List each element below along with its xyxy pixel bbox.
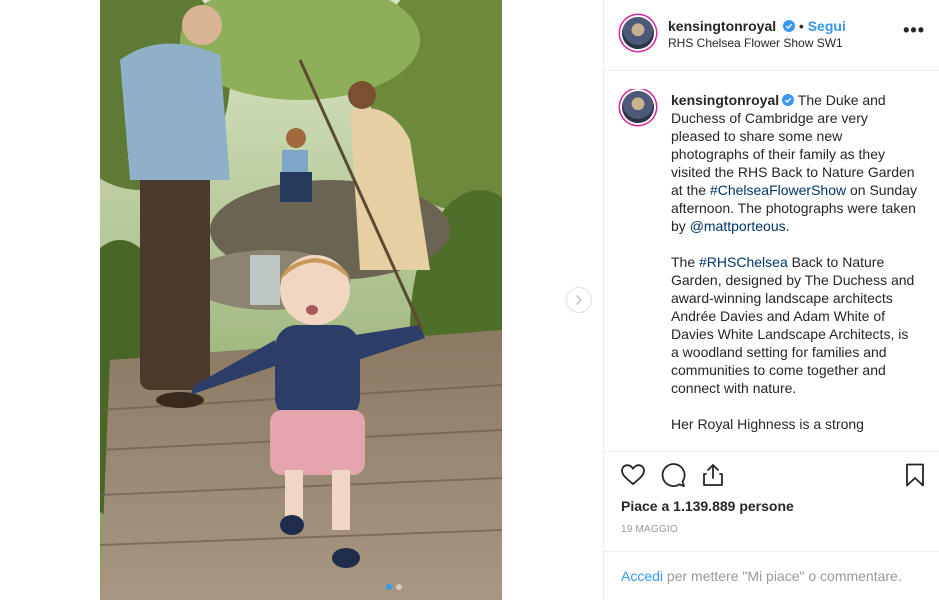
media-area xyxy=(0,0,603,600)
likes-count[interactable]: Piace a 1.139.889 persone xyxy=(621,498,794,514)
post-photo[interactable] xyxy=(100,0,502,600)
post-date[interactable]: 19 MAGGIO xyxy=(621,524,678,535)
action-bar: Piace a 1.139.889 persone 19 MAGGIO xyxy=(604,451,939,552)
username-link[interactable]: kensingtonroyal xyxy=(668,18,776,34)
separator: • xyxy=(798,18,804,34)
caption-paragraph-1: kensingtonroyal The Duke and Duchess of … xyxy=(671,91,919,235)
carousel-dot xyxy=(396,584,402,590)
login-link[interactable]: Accedi xyxy=(621,568,663,584)
caption-clip-edge xyxy=(604,442,939,450)
caption-paragraph-3: Her Royal Highness is a strong xyxy=(671,415,919,433)
comment-icon[interactable] xyxy=(660,462,686,488)
location-link[interactable]: RHS Chelsea Flower Show SW1 xyxy=(668,36,843,50)
carousel-indicator xyxy=(386,584,402,590)
login-prompt: Accedi per mettere "Mi piace" o commenta… xyxy=(604,551,939,600)
caption-text-part: The xyxy=(671,254,700,270)
verified-icon xyxy=(783,20,796,32)
mention-link[interactable]: @mattporteous xyxy=(690,218,786,234)
carousel-dot xyxy=(386,584,392,590)
caption-area[interactable]: kensingtonroyal The Duke and Duchess of … xyxy=(604,89,939,450)
chevron-right-icon xyxy=(576,295,583,305)
photo-illustration xyxy=(100,0,502,600)
caption-username[interactable]: kensingtonroyal xyxy=(671,92,779,108)
user-line: kensingtonroyal • Segui xyxy=(668,18,846,35)
heart-icon[interactable] xyxy=(620,462,646,488)
avatar[interactable] xyxy=(622,17,654,49)
more-options-button[interactable]: ••• xyxy=(903,20,925,41)
share-icon[interactable] xyxy=(700,462,726,488)
login-prompt-text: per mettere "Mi piace" o commentare. xyxy=(663,568,902,584)
more-icon: ••• xyxy=(903,20,925,40)
bookmark-icon[interactable] xyxy=(902,462,928,488)
next-photo-button[interactable] xyxy=(566,287,592,313)
caption-text-part: Her Royal Highness is a strong xyxy=(671,416,864,432)
caption-paragraph-2: The #RHSChelsea Back to Nature Garden, d… xyxy=(671,253,919,397)
follow-button[interactable]: Segui xyxy=(808,18,846,34)
hashtag-link[interactable]: #RHSChelsea xyxy=(699,254,788,270)
post-panel: kensingtonroyal • Segui RHS Chelsea Flow… xyxy=(603,0,939,600)
hashtag-link[interactable]: #ChelseaFlowerShow xyxy=(710,182,846,198)
caption-text-part: Back to Nature Garden, designed by The D… xyxy=(671,254,915,396)
caption-text: kensingtonroyal The Duke and Duchess of … xyxy=(671,91,919,450)
post-header: kensingtonroyal • Segui RHS Chelsea Flow… xyxy=(604,0,939,71)
caption-avatar[interactable] xyxy=(622,91,654,123)
caption-text-part: . xyxy=(785,218,790,234)
verified-icon xyxy=(782,94,795,106)
